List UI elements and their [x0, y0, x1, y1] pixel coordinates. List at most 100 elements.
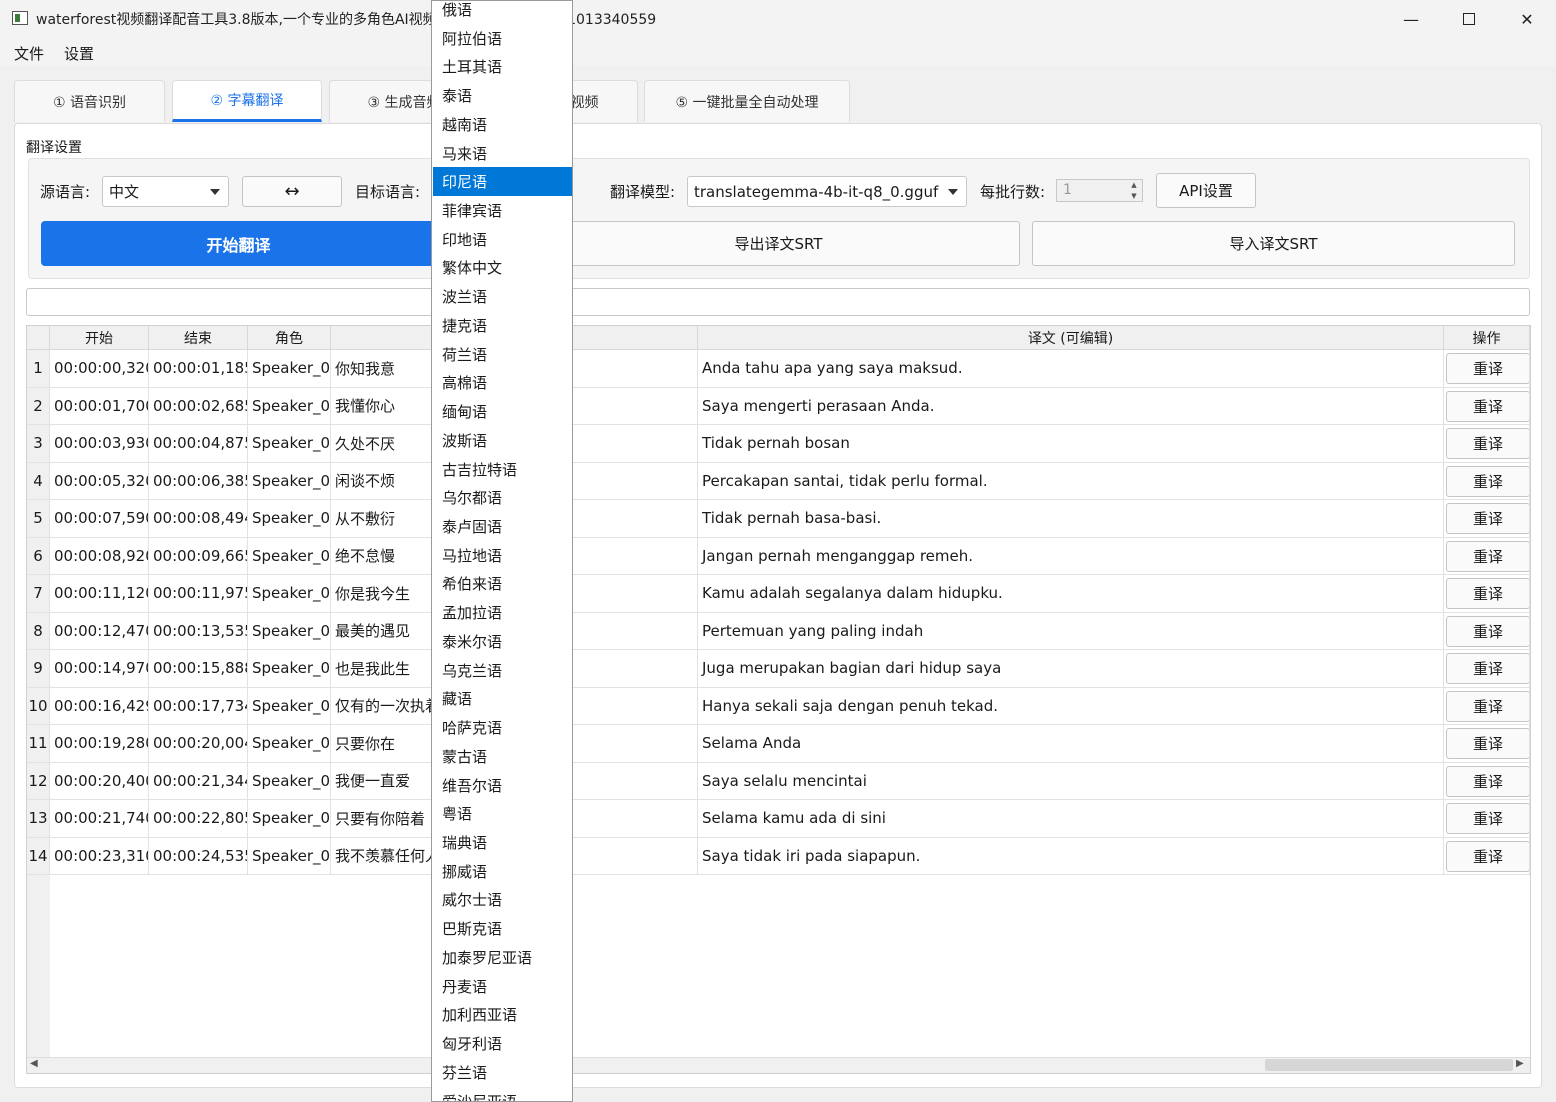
cell-translation[interactable]: Selama Anda [698, 725, 1444, 762]
cell-translation[interactable]: Tidak pernah bosan [698, 425, 1444, 462]
export-srt-button[interactable]: 导出译文SRT [537, 221, 1020, 266]
language-option[interactable]: 古吉拉特语 [433, 455, 572, 484]
retranslate-button[interactable]: 重译 [1446, 690, 1529, 722]
retranslate-button[interactable]: 重译 [1446, 353, 1529, 384]
language-option[interactable]: 阿拉伯语 [433, 24, 572, 53]
cell-translation[interactable]: Selama kamu ada di sini [698, 800, 1444, 837]
header-end[interactable]: 结束 [149, 326, 248, 350]
header-translation[interactable]: 译文 (可编辑) [698, 326, 1444, 350]
scrollbar-thumb[interactable] [1265, 1059, 1513, 1071]
retranslate-button[interactable]: 重译 [1446, 840, 1529, 872]
header-action[interactable]: 操作 [1444, 326, 1530, 350]
language-option[interactable]: 藏语 [433, 685, 572, 714]
cell-translation[interactable]: Percakapan santai, tidak perlu formal. [698, 462, 1444, 499]
language-option[interactable]: 匈牙利语 [433, 1029, 572, 1058]
language-option[interactable]: 菲律宾语 [433, 196, 572, 225]
language-option[interactable]: 马拉地语 [433, 541, 572, 570]
language-option[interactable]: 泰语 [433, 81, 572, 110]
language-option[interactable]: 威尔士语 [433, 886, 572, 915]
api-settings-button[interactable]: API设置 [1156, 173, 1256, 208]
language-option[interactable]: 蒙古语 [433, 742, 572, 771]
row-number: 1 [27, 350, 50, 387]
import-srt-button[interactable]: 导入译文SRT [1032, 221, 1515, 266]
language-option[interactable]: 波斯语 [433, 426, 572, 455]
cell-translation[interactable]: Saya mengerti perasaan Anda. [698, 387, 1444, 424]
tab-speech-recognition[interactable]: ① 语音识别 [14, 80, 165, 122]
swap-languages-button[interactable]: ↔ [242, 176, 342, 207]
language-option[interactable]: 繁体中文 [433, 254, 572, 283]
scroll-right-icon[interactable]: ▶ [1516, 1058, 1524, 1069]
language-option[interactable]: 泰米尔语 [433, 627, 572, 656]
tab-batch-auto-process[interactable]: ⑤ 一键批量全自动处理 [644, 80, 850, 122]
cell-start: 00:00:16,429 [50, 687, 149, 724]
cell-translation[interactable]: Kamu adalah segalanya dalam hidupku. [698, 575, 1444, 612]
language-option[interactable]: 俄语 [433, 1, 572, 24]
language-option[interactable]: 乌克兰语 [433, 656, 572, 685]
cell-translation[interactable]: Pertemuan yang paling indah [698, 612, 1444, 649]
language-option[interactable]: 希伯来语 [433, 570, 572, 599]
language-option[interactable]: 印尼语 [433, 167, 572, 197]
language-option[interactable]: 印地语 [433, 225, 572, 254]
language-option[interactable]: 挪威语 [433, 857, 572, 886]
retranslate-button[interactable]: 重译 [1446, 540, 1529, 572]
scroll-left-icon[interactable]: ◀ [30, 1058, 38, 1069]
cell-translation[interactable]: Jangan pernah menganggap remeh. [698, 537, 1444, 574]
cell-translation[interactable]: Hanya sekali saja dengan penuh tekad. [698, 687, 1444, 724]
retranslate-button[interactable]: 重译 [1446, 390, 1529, 422]
retranslate-button[interactable]: 重译 [1446, 465, 1529, 497]
retranslate-button[interactable]: 重译 [1446, 428, 1529, 459]
language-option[interactable]: 乌尔都语 [433, 483, 572, 512]
cell-translation[interactable]: Anda tahu apa yang saya maksud. [698, 350, 1444, 387]
language-option[interactable]: 瑞典语 [433, 828, 572, 857]
cell-translation[interactable]: Tidak pernah basa-basi. [698, 500, 1444, 537]
language-option[interactable]: 维吾尔语 [433, 771, 572, 800]
model-select[interactable]: translategemma-4b-it-q8_0.gguf [687, 176, 967, 207]
retranslate-button[interactable]: 重译 [1446, 803, 1529, 834]
language-option[interactable]: 粤语 [433, 799, 572, 828]
cell-translation[interactable]: Saya selalu mencintai [698, 762, 1444, 799]
minimize-button[interactable]: — [1382, 0, 1440, 38]
retranslate-button[interactable]: 重译 [1446, 503, 1529, 534]
language-option[interactable]: 泰卢固语 [433, 512, 572, 541]
language-option[interactable]: 巴斯克语 [433, 914, 572, 943]
cell-translation[interactable]: Juga merupakan bagian dari hidup saya [698, 650, 1444, 687]
retranslate-button[interactable]: 重译 [1446, 653, 1529, 684]
language-option[interactable]: 孟加拉语 [433, 598, 572, 627]
language-option[interactable]: 捷克语 [433, 311, 572, 340]
retranslate-button[interactable]: 重译 [1446, 615, 1529, 647]
language-option[interactable]: 越南语 [433, 110, 572, 139]
close-button[interactable]: ✕ [1498, 0, 1556, 38]
row-number: 6 [27, 537, 50, 574]
tab-subtitle-translation[interactable]: ② 字幕翻译 [172, 80, 322, 122]
language-option[interactable]: 加利西亚语 [433, 1001, 572, 1030]
retranslate-button[interactable]: 重译 [1446, 578, 1529, 609]
cell-translation[interactable]: Saya tidak iri pada siapapun. [698, 837, 1444, 874]
maximize-button[interactable] [1440, 0, 1498, 38]
start-translation-button[interactable]: 开始翻译 [41, 221, 436, 266]
row-number: 2 [27, 387, 50, 424]
language-option[interactable]: 芬兰语 [433, 1058, 572, 1087]
source-language-select[interactable]: 中文 [102, 176, 229, 207]
menu-settings[interactable]: 设置 [64, 43, 94, 64]
language-option[interactable]: 加泰罗尼亚语 [433, 943, 572, 972]
language-option[interactable]: 丹麦语 [433, 972, 572, 1001]
spin-up-icon[interactable]: ▲ [1126, 180, 1142, 190]
header-start[interactable]: 开始 [50, 326, 149, 350]
retranslate-button[interactable]: 重译 [1446, 728, 1529, 759]
language-option[interactable]: 缅甸语 [433, 397, 572, 426]
language-option[interactable]: 高棉语 [433, 368, 572, 397]
target-language-dropdown[interactable]: 俄语 阿拉伯语 土耳其语 泰语 越南语 马来语 印尼语 菲律宾语 印地语 繁体中文 波兰语 捷克语 荷兰… [431, 0, 573, 1102]
language-option[interactable]: 土耳其语 [433, 52, 572, 81]
menu-file[interactable]: 文件 [14, 43, 44, 64]
language-option[interactable]: 波兰语 [433, 282, 572, 311]
language-option[interactable]: 马来语 [433, 139, 572, 168]
language-option[interactable]: 爱沙尼亚语 [433, 1087, 572, 1101]
cell-role: Speaker_0 [248, 725, 331, 762]
header-role[interactable]: 角色 [248, 326, 331, 350]
row-number: 3 [27, 425, 50, 462]
spin-down-icon[interactable]: ▼ [1126, 191, 1142, 201]
language-option[interactable]: 哈萨克语 [433, 713, 572, 742]
language-option[interactable]: 荷兰语 [433, 340, 572, 369]
retranslate-button[interactable]: 重译 [1446, 765, 1529, 797]
cell-start: 00:00:14,970 [50, 650, 149, 687]
